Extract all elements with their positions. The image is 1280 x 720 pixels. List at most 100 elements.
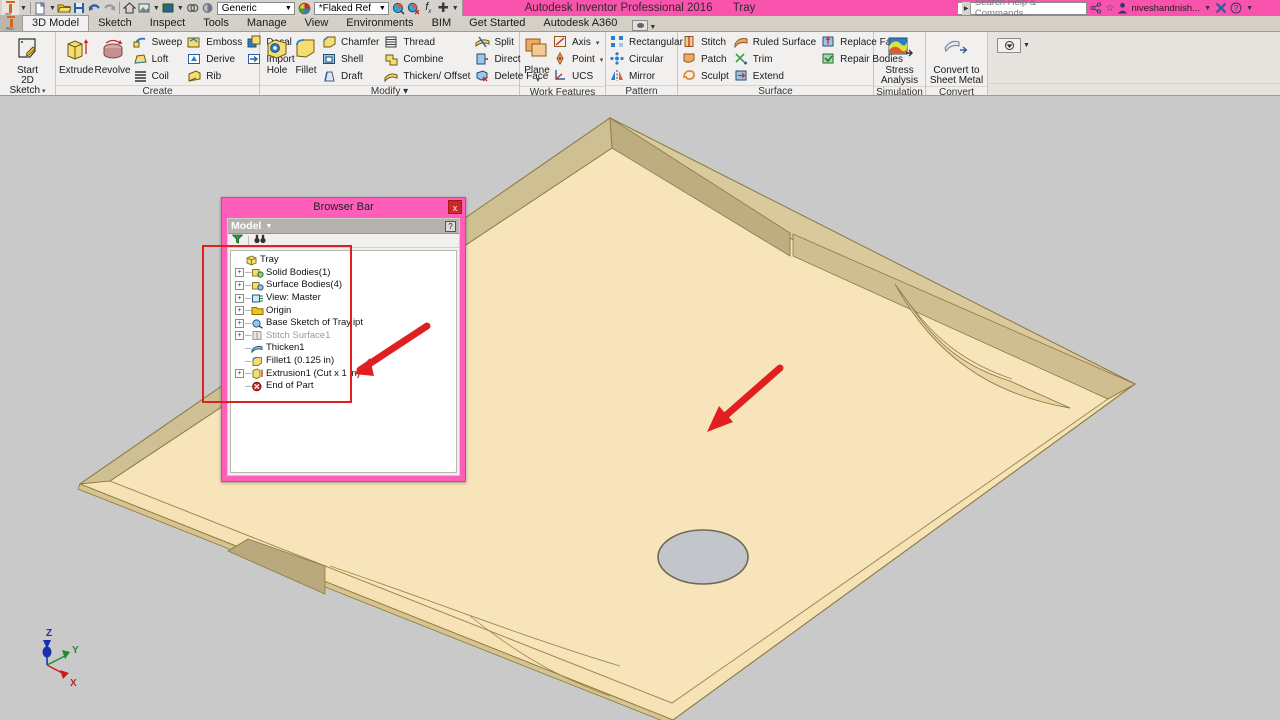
material-combo[interactable]: Generic ▼ <box>216 1 295 15</box>
adjust-appearance-icon[interactable] <box>391 1 406 15</box>
shell-button[interactable]: Shell <box>321 52 382 68</box>
appearance-combo[interactable]: *Flaked Ref ▼ <box>313 1 389 15</box>
expand-toggle-icon[interactable]: + <box>235 293 244 303</box>
account-avatar-icon[interactable] <box>1117 2 1128 14</box>
shadow-mode-icon[interactable] <box>200 1 215 15</box>
new-file-caret-icon[interactable]: ▼ <box>49 5 56 12</box>
browser-bar-panel[interactable]: Browser Bar x Model ▼ ? Tray + ─ Solid B… <box>221 197 466 482</box>
appearance-caret-icon[interactable]: ▼ <box>177 5 184 12</box>
combine-button[interactable]: Combine <box>383 52 473 68</box>
expand-toggle-icon[interactable]: + <box>235 280 244 290</box>
favorite-star-icon[interactable]: ☆ <box>1105 3 1114 14</box>
plane-button[interactable]: Plane ▾ <box>523 34 551 86</box>
model-dropdown[interactable]: Model ▼ ? <box>228 219 459 234</box>
tree-item-fillet1[interactable]: ─ Fillet1 (0.125 in) <box>235 355 456 368</box>
point-caret-icon[interactable]: ▾ <box>600 56 604 64</box>
tab-bim[interactable]: BIM <box>423 16 461 31</box>
sweep-button[interactable]: Sweep <box>132 35 186 51</box>
undo-icon[interactable] <box>87 1 102 15</box>
share-icon[interactable] <box>1090 2 1102 14</box>
coil-button[interactable]: Coil <box>132 69 186 85</box>
filter-icon[interactable] <box>231 234 244 247</box>
user-name-label[interactable]: niveshandnish... <box>1131 3 1200 14</box>
tab-sketch[interactable]: Sketch <box>89 16 141 31</box>
open-file-icon[interactable] <box>57 1 72 15</box>
loft-button[interactable]: Loft <box>132 52 186 68</box>
tree-item-origin[interactable]: + ─ Origin <box>235 304 456 317</box>
tab-inspect[interactable]: Inspect <box>141 16 194 31</box>
browser-close-button[interactable]: x <box>448 200 462 214</box>
rectangular-pattern-button[interactable]: Rectangular <box>609 35 686 51</box>
model-dropdown-caret-icon[interactable]: ▼ <box>265 223 272 230</box>
tree-item-extrusion1[interactable]: + ─ Extrusion1 (Cut x 1 in) <box>235 367 456 380</box>
search-dropdown-icon[interactable]: ▶ <box>962 1 971 15</box>
stitch-button[interactable]: Stitch <box>681 35 732 51</box>
tab-get-started[interactable]: Get Started <box>460 16 534 31</box>
tree-item-solid-bodies[interactable]: + ─ Solid Bodies(1) <box>235 267 456 280</box>
extrusion-cut-hole[interactable] <box>657 529 749 585</box>
fillet-button[interactable]: Fillet <box>292 34 320 76</box>
display-mode-icon[interactable] <box>185 1 200 15</box>
new-file-icon[interactable] <box>33 1 48 15</box>
sculpt-button[interactable]: Sculpt <box>681 69 732 85</box>
convert-to-sheet-metal-button[interactable]: Convert to Sheet Metal <box>929 34 984 86</box>
browser-help-button[interactable]: ? <box>445 220 456 232</box>
parameters-icon[interactable]: fx <box>421 1 436 15</box>
stress-analysis-button[interactable]: Stress Analysis <box>877 34 922 86</box>
tree-item-stitch-surface1[interactable]: + ─ Stitch Surface1 <box>235 330 456 343</box>
draft-button[interactable]: Draft <box>321 69 382 85</box>
help-icon[interactable]: ? <box>1230 2 1242 14</box>
application-menu-button[interactable]: PRO <box>0 15 22 31</box>
redo-icon[interactable] <box>102 1 117 15</box>
axis-button[interactable]: Axis ▾ <box>552 35 606 51</box>
save-icon[interactable] <box>72 1 87 15</box>
graphics-viewport[interactable]: Z Y X <box>0 96 1280 720</box>
search-input[interactable]: ▶ Search Help & Commands... <box>957 0 1088 19</box>
tab-3d-model[interactable]: 3D Model <box>22 15 90 31</box>
tab-autodesk-a360[interactable]: Autodesk A360 <box>534 16 626 31</box>
ruled-surface-button[interactable]: Ruled Surface <box>733 35 819 51</box>
thread-button[interactable]: Thread <box>383 35 473 51</box>
exchange-apps-icon[interactable] <box>1215 2 1227 14</box>
expand-toggle-icon[interactable]: + <box>235 268 244 278</box>
find-binoculars-icon[interactable] <box>254 234 266 247</box>
thicken-offset-button[interactable]: Thicken/ Offset <box>383 69 473 85</box>
tab-environments[interactable]: Environments <box>337 16 422 31</box>
tab-view[interactable]: View <box>296 16 338 31</box>
expand-toggle-icon[interactable]: + <box>235 306 244 316</box>
tree-item-end-of-part[interactable]: ─ End of Part <box>235 380 456 393</box>
clear-appearance-icon[interactable] <box>406 1 421 15</box>
patch-button[interactable]: Patch <box>681 52 732 68</box>
model-browser-tree[interactable]: Tray + ─ Solid Bodies(1) + ─ Surface Bod… <box>230 250 457 473</box>
appearance-swatch-icon[interactable] <box>161 1 176 15</box>
mirror-button[interactable]: Mirror <box>609 69 686 85</box>
tab-manage[interactable]: Manage <box>238 16 296 31</box>
rib-button[interactable]: Rib <box>186 69 245 85</box>
customize-qat-icon[interactable]: ✚ <box>436 0 451 15</box>
plane-dropdown-caret-icon[interactable]: ▾ <box>536 76 540 86</box>
material-browser-icon[interactable] <box>297 1 312 15</box>
ribbon-display-options-button[interactable] <box>997 38 1021 53</box>
view-face-caret-icon[interactable]: ▼ <box>153 5 160 12</box>
ribbon-options-button[interactable] <box>632 20 649 31</box>
user-menu-caret-icon[interactable]: ▼ <box>1204 5 1211 12</box>
expand-toggle-icon[interactable]: + <box>235 318 244 328</box>
ucs-button[interactable]: UCS <box>552 69 606 85</box>
extrude-button[interactable]: Extrude <box>59 34 93 76</box>
ribbon-display-options-caret-icon[interactable]: ▼ <box>1023 42 1030 49</box>
help-caret-icon[interactable]: ▼ <box>1246 5 1253 12</box>
logo-dropdown-caret-icon[interactable]: ▼ <box>20 5 27 12</box>
tree-item-surface-bodies[interactable]: + ─ Surface Bodies(4) <box>235 279 456 292</box>
view-face-icon[interactable] <box>137 1 152 15</box>
chamfer-button[interactable]: Chamfer <box>321 35 382 51</box>
tree-item-tray[interactable]: Tray <box>235 254 456 267</box>
revolve-button[interactable]: Revolve <box>94 34 131 76</box>
axis-caret-icon[interactable]: ▾ <box>596 39 600 47</box>
ribbon-options-caret-icon[interactable]: ▼ <box>649 24 656 31</box>
circular-pattern-button[interactable]: Circular <box>609 52 686 68</box>
hole-button[interactable]: Hole <box>263 34 291 76</box>
emboss-button[interactable]: Emboss <box>186 35 245 51</box>
point-button[interactable]: Point ▾ <box>552 51 606 68</box>
qat-overflow-caret-icon[interactable]: ▼ <box>452 5 459 12</box>
expand-toggle-icon[interactable]: + <box>235 369 244 379</box>
